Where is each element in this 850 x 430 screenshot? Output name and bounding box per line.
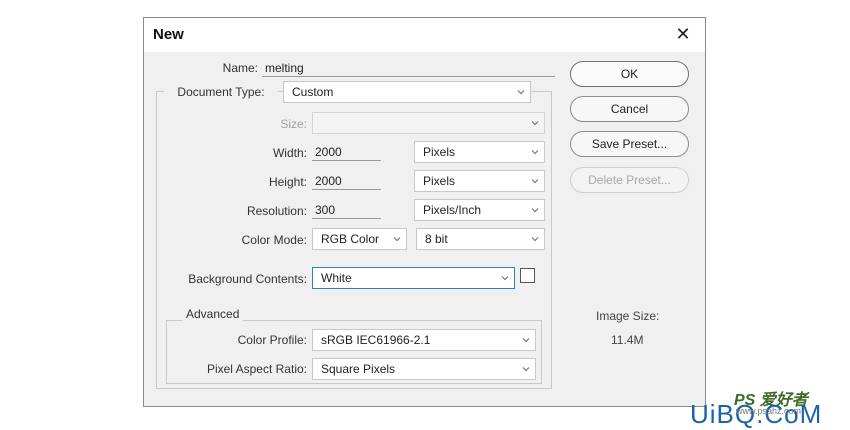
- width-label: Width:: [272, 146, 307, 160]
- size-label: Size:: [280, 117, 307, 131]
- size-select: [312, 112, 545, 134]
- bit-depth-select[interactable]: 8 bit: [416, 228, 545, 250]
- name-input[interactable]: melting: [262, 59, 555, 77]
- watermark-logo: PS 爱好者 UiBQ.CoM www.psahz.com: [690, 386, 850, 429]
- ok-button[interactable]: OK: [570, 61, 689, 87]
- width-unit-select[interactable]: Pixels: [414, 141, 545, 163]
- color-mode-select[interactable]: RGB Color: [312, 228, 407, 250]
- title-bar: New ✕: [144, 18, 705, 52]
- color-profile-label: Color Profile:: [237, 333, 307, 347]
- color-profile-value: sRGB IEC61966-2.1: [321, 333, 431, 347]
- dialog-title: New: [153, 26, 184, 43]
- color-profile-select[interactable]: sRGB IEC61966-2.1: [312, 329, 536, 351]
- background-contents-select[interactable]: White: [312, 267, 515, 289]
- background-contents-value: White: [321, 271, 352, 285]
- chevron-down-icon: [517, 88, 525, 96]
- height-label: Height:: [268, 175, 307, 189]
- resolution-unit-select[interactable]: Pixels/Inch: [414, 199, 545, 221]
- save-preset-button[interactable]: Save Preset...: [570, 131, 689, 157]
- height-unit-select[interactable]: Pixels: [414, 170, 545, 192]
- pixel-aspect-ratio-select[interactable]: Square Pixels: [312, 358, 536, 380]
- chevron-down-icon: [531, 148, 539, 156]
- chevron-down-icon: [522, 336, 530, 344]
- resolution-label: Resolution:: [246, 204, 307, 218]
- bit-depth-value: 8 bit: [425, 232, 448, 246]
- document-type-value: Custom: [292, 85, 334, 99]
- close-icon[interactable]: ✕: [672, 23, 694, 45]
- document-type-select[interactable]: Custom: [283, 81, 531, 103]
- image-size-label: Image Size:: [596, 309, 660, 323]
- new-document-dialog: New ✕ Name: melting Document Type: Custo…: [143, 17, 706, 407]
- chevron-down-icon: [531, 206, 539, 214]
- background-color-swatch[interactable]: [520, 268, 535, 283]
- height-unit-value: Pixels: [423, 174, 456, 188]
- chevron-down-icon: [531, 235, 539, 243]
- color-mode-value: RGB Color: [321, 232, 380, 246]
- cancel-button[interactable]: Cancel: [570, 96, 689, 122]
- width-unit-value: Pixels: [423, 145, 456, 159]
- resolution-unit-value: Pixels/Inch: [423, 203, 482, 217]
- resolution-input[interactable]: 300: [312, 201, 381, 219]
- document-type-label: Document Type:: [164, 85, 278, 99]
- height-input[interactable]: 2000: [312, 172, 381, 190]
- background-contents-label: Background Contents:: [188, 272, 307, 286]
- color-mode-label: Color Mode:: [241, 233, 307, 247]
- chevron-down-icon: [531, 119, 539, 127]
- delete-preset-button: Delete Preset...: [570, 167, 689, 193]
- pixel-aspect-ratio-label: Pixel Aspect Ratio:: [206, 362, 307, 376]
- pixel-aspect-ratio-value: Square Pixels: [321, 362, 396, 376]
- watermark-url-text: www.psahz.com: [736, 406, 802, 416]
- advanced-title: Advanced: [182, 307, 244, 321]
- chevron-down-icon: [522, 365, 530, 373]
- width-input[interactable]: 2000: [312, 143, 381, 161]
- chevron-down-icon: [501, 274, 509, 282]
- image-size-value: 11.4M: [611, 333, 644, 347]
- name-label: Name:: [222, 61, 258, 75]
- chevron-down-icon: [393, 235, 401, 243]
- chevron-down-icon: [531, 177, 539, 185]
